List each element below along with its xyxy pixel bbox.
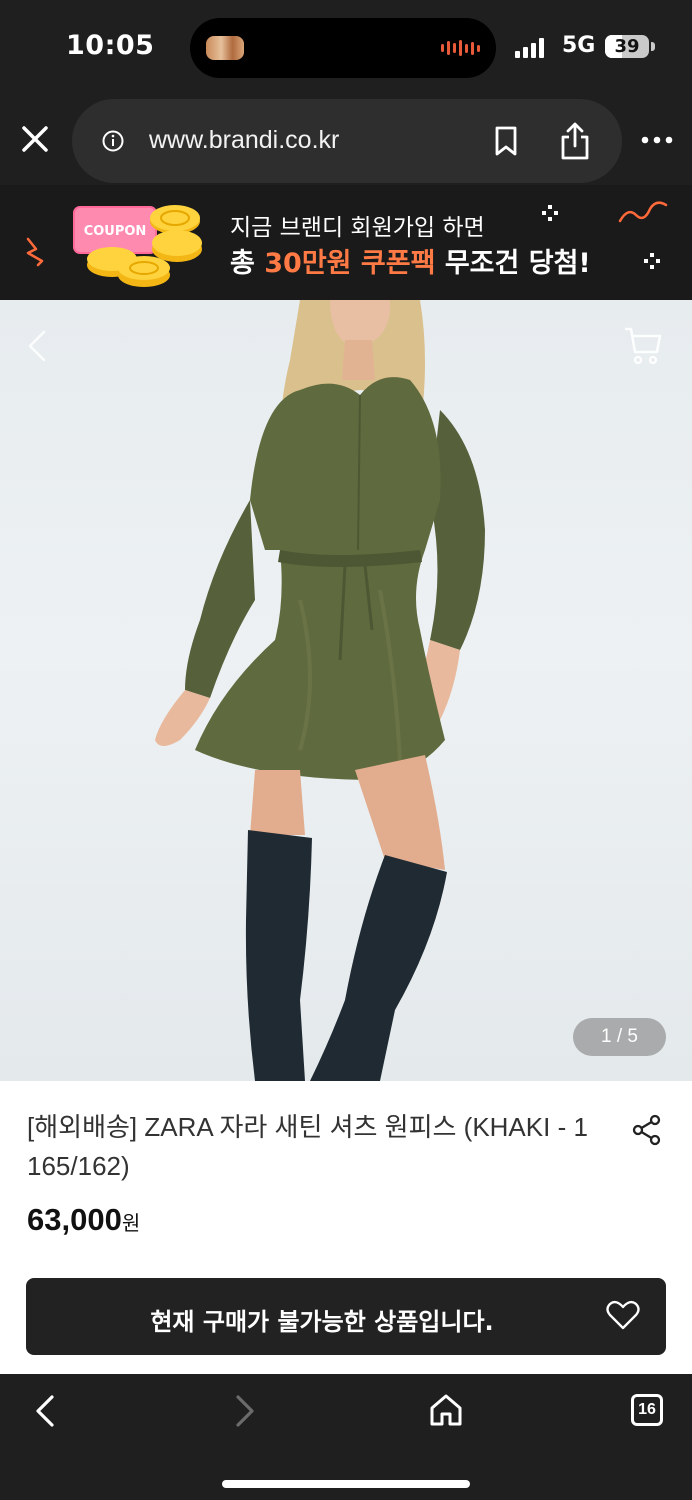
- signup-coupon-banner[interactable]: COUPON 지금 브랜디 회원가입 하면 총 30만원 쿠폰팩 무조건 당첨!: [0, 185, 692, 300]
- network-type: 5G: [562, 33, 596, 58]
- banner-highlight: 30만원 쿠폰팩: [264, 248, 436, 279]
- heart-icon[interactable]: [606, 1299, 640, 1331]
- battery-nub: [651, 42, 655, 51]
- banner-line2: 총 30만원 쿠폰팩 무조건 당첨!: [230, 248, 591, 279]
- clock: 10:05: [66, 30, 155, 61]
- battery-icon: 39: [605, 35, 649, 58]
- audio-wave-icon: [441, 40, 480, 56]
- more-options-icon[interactable]: [640, 136, 674, 144]
- cellular-signal-icon: [515, 38, 544, 58]
- squiggle-decoration: [618, 201, 668, 223]
- url-text[interactable]: www.brandi.co.kr: [149, 126, 339, 155]
- product-info: [해외배송] ZARA 자라 새틴 셔츠 원피스 (KHAKI - 1 165/…: [0, 1081, 692, 1374]
- browser-top-bar: www.brandi.co.kr: [0, 96, 692, 185]
- address-bar[interactable]: www.brandi.co.kr: [72, 99, 622, 183]
- product-image-carousel[interactable]: 1 / 5: [0, 300, 692, 1081]
- browser-bottom-toolbar: 16: [0, 1374, 692, 1500]
- close-icon[interactable]: [18, 122, 52, 156]
- product-price: 63,000원: [27, 1202, 141, 1237]
- squiggle-decoration: [26, 237, 44, 267]
- product-photo: [155, 300, 485, 1081]
- dynamic-island[interactable]: [190, 18, 496, 78]
- tabs-button[interactable]: 16: [631, 1394, 663, 1426]
- image-back-arrow-icon[interactable]: [24, 328, 50, 364]
- now-playing-thumbnail: [206, 36, 244, 60]
- share-icon[interactable]: [558, 121, 592, 161]
- coupon-label: COUPON: [84, 224, 147, 239]
- forward-icon[interactable]: [232, 1394, 258, 1428]
- image-counter: 1 / 5: [573, 1018, 666, 1056]
- sparkle-decoration: [542, 205, 558, 221]
- cart-icon[interactable]: [622, 324, 664, 366]
- battery-level: 39: [614, 36, 640, 57]
- purchase-unavailable-bar[interactable]: 현재 구매가 불가능한 상품입니다.: [26, 1278, 666, 1355]
- product-title: [해외배송] ZARA 자라 새틴 셔츠 원피스 (KHAKI - 1 165/…: [27, 1112, 588, 1181]
- bookmark-icon[interactable]: [492, 125, 520, 157]
- purchase-status-text: 현재 구매가 불가능한 상품입니다.: [150, 1308, 494, 1336]
- home-icon[interactable]: [428, 1392, 464, 1428]
- sparkle-decoration: [644, 253, 660, 269]
- share-product-icon[interactable]: [630, 1113, 664, 1147]
- coupon-coins-illustration: COUPON: [73, 205, 202, 287]
- back-icon[interactable]: [32, 1394, 58, 1428]
- banner-line1: 지금 브랜디 회원가입 하면: [230, 215, 485, 241]
- home-indicator[interactable]: [222, 1480, 470, 1488]
- info-icon[interactable]: [102, 130, 124, 152]
- status-bar: 10:05 5G 39: [0, 0, 692, 96]
